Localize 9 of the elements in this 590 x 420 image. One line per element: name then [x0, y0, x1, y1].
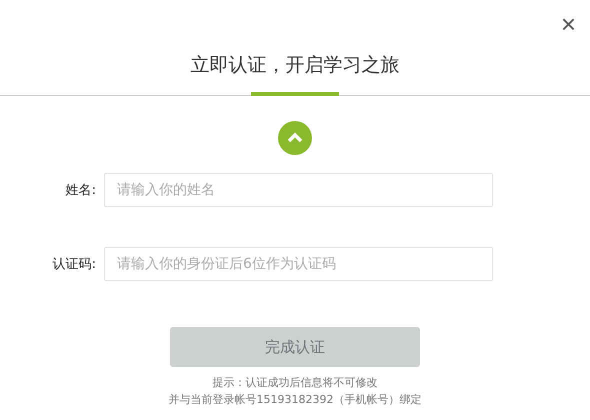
hint-text: 并与当前登录帐号15193182392（手机帐号）绑定: [168, 392, 422, 407]
close-button[interactable]: ×: [556, 10, 580, 38]
dialog-title: 立即认证，开启学习之旅: [190, 53, 400, 78]
field-label: 姓名:: [64, 182, 97, 199]
chevron-up-icon: [277, 120, 313, 156]
hint-text: 提示：认证成功后信息将不可修改: [212, 375, 378, 390]
field-label: 认证码:: [52, 256, 97, 273]
input-field[interactable]: 请输入你的身份证后6位作为认证码: [104, 247, 493, 281]
input-field[interactable]: 请输入你的姓名: [104, 173, 493, 207]
